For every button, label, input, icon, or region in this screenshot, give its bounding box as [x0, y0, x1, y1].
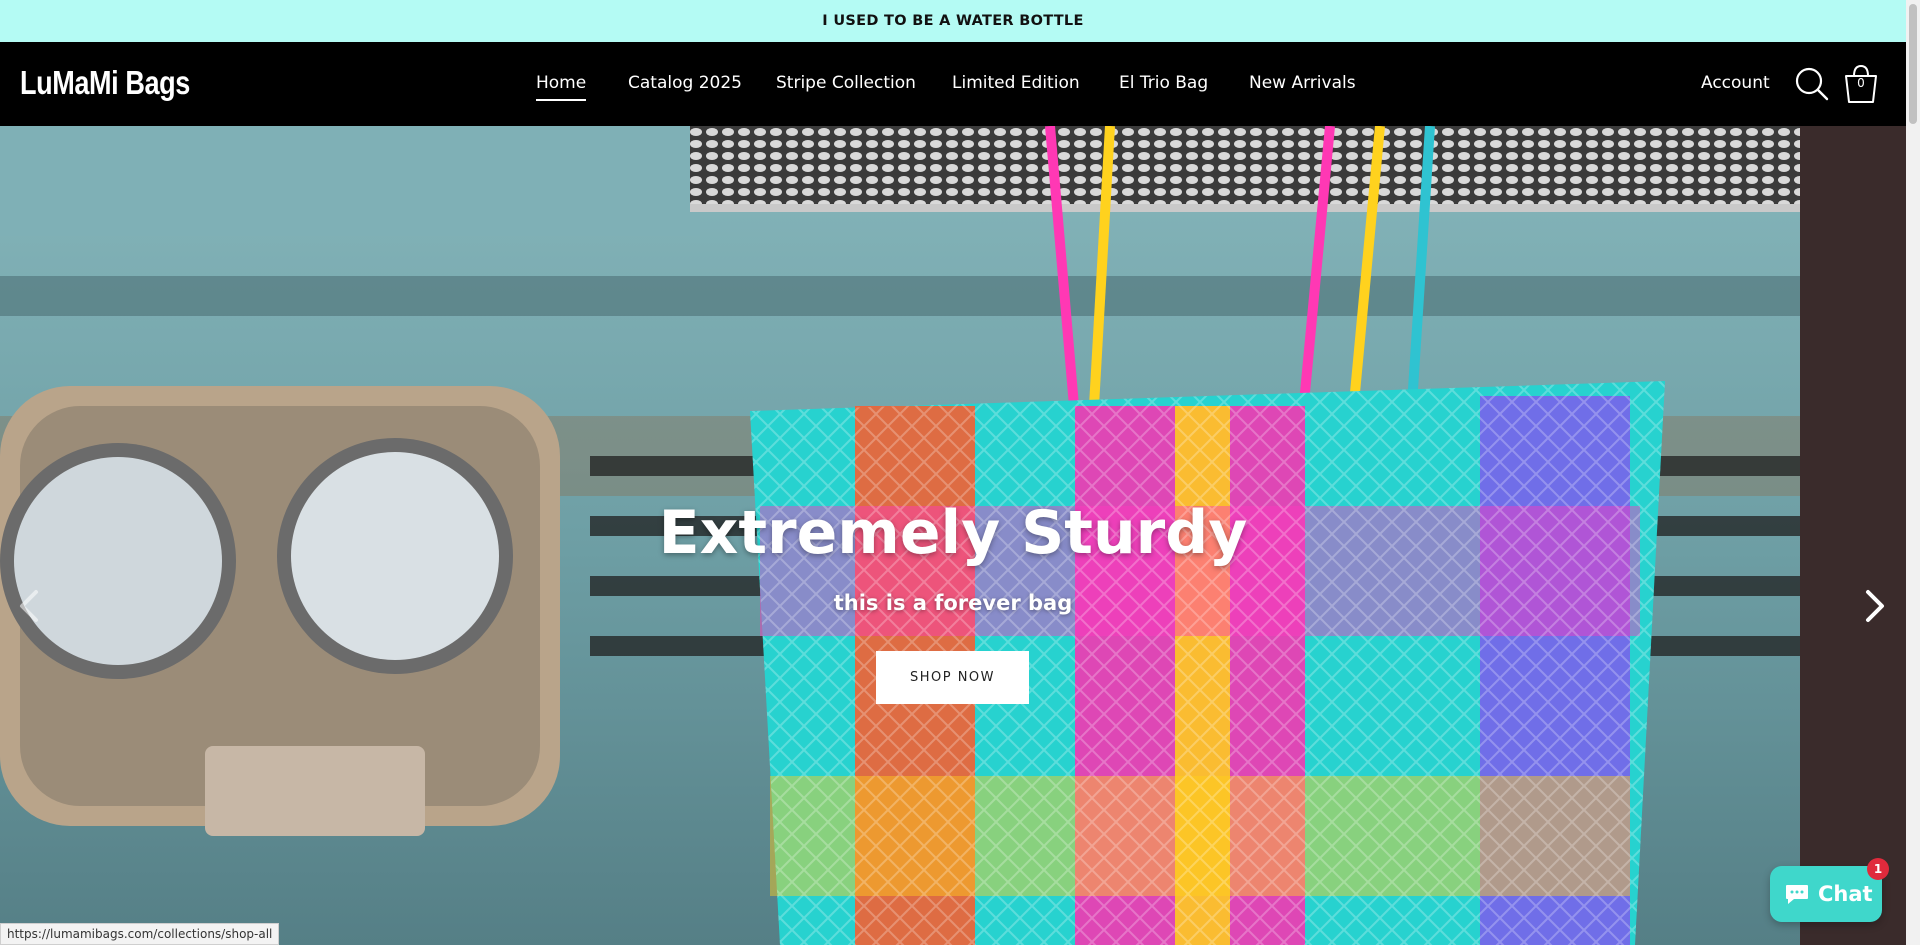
nav-item-home[interactable]: Home — [536, 73, 587, 101]
chat-button[interactable]: Chat — [1770, 866, 1882, 922]
announcement-text: I USED TO BE A WATER BOTTLE — [822, 13, 1084, 29]
hero-subtitle: this is a forever bag — [833, 591, 1073, 615]
hero-slideshow: Extremely Sturdy this is a forever bag S… — [0, 126, 1906, 945]
shop-now-button[interactable]: SHOP NOW — [876, 651, 1029, 704]
chat-label: Chat — [1818, 882, 1873, 906]
nav-item-catalog-2025[interactable]: Catalog 2025 — [628, 73, 742, 93]
nav-item-el-trio-bag[interactable]: El Trio Bag — [1119, 73, 1208, 93]
search-icon[interactable] — [1794, 66, 1830, 102]
nav-item-new-arrivals[interactable]: New Arrivals — [1249, 73, 1356, 93]
scrollbar-thumb[interactable] — [1909, 4, 1917, 124]
chat-badge: 1 — [1867, 858, 1889, 880]
nav-item-stripe-collection[interactable]: Stripe Collection — [776, 73, 916, 93]
cart-count: 0 — [1857, 76, 1865, 90]
nav-item-limited-edition[interactable]: Limited Edition — [952, 73, 1080, 93]
chevron-right-icon[interactable] — [1860, 586, 1890, 626]
hero-title: Extremely Sturdy — [658, 498, 1248, 568]
main-nav: Home Catalog 2025 Stripe Collection Limi… — [0, 42, 1906, 126]
account-link[interactable]: Account — [1701, 73, 1770, 93]
site-header: LuMaMi Bags Home Catalog 2025 Stripe Col… — [0, 42, 1906, 126]
chevron-left-icon[interactable] — [14, 586, 44, 626]
announcement-bar: I USED TO BE A WATER BOTTLE — [0, 0, 1906, 42]
status-bar-url: https://lumamibags.com/collections/shop-… — [0, 923, 280, 945]
page-scrollbar[interactable] — [1906, 0, 1920, 945]
chat-bubble-icon — [1786, 885, 1808, 904]
